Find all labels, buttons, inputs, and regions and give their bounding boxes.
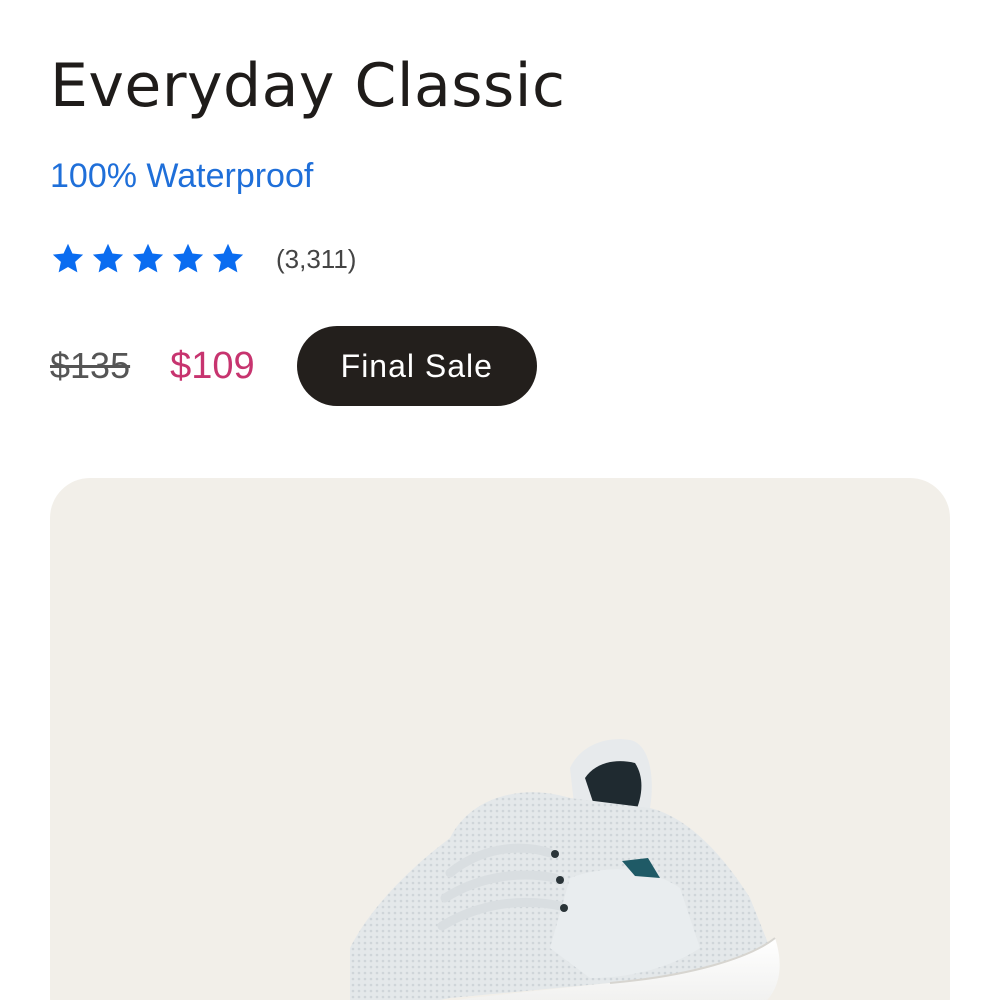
rating-summary[interactable]: (3,311)	[50, 236, 356, 282]
product-subtitle-link[interactable]: 100% Waterproof	[50, 154, 313, 198]
sale-price: $109	[170, 344, 255, 387]
star-icon	[212, 243, 244, 273]
star-rating	[50, 241, 246, 277]
original-price: $135	[50, 345, 131, 386]
price-row: $135 $109 Final Sale	[50, 326, 537, 406]
product-title: Everyday Classic	[50, 51, 566, 121]
star-icon	[52, 243, 84, 273]
review-count[interactable]: (3,311)	[276, 244, 356, 275]
product-page: Everyday Classic 100% Waterproof (3,311)…	[0, 0, 1000, 1000]
star-icon	[132, 243, 164, 273]
sneaker-image	[350, 739, 780, 1000]
product-image-card[interactable]	[50, 478, 950, 1000]
star-icon	[172, 243, 204, 273]
star-icon	[92, 243, 124, 273]
final-sale-badge: Final Sale	[296, 326, 537, 406]
